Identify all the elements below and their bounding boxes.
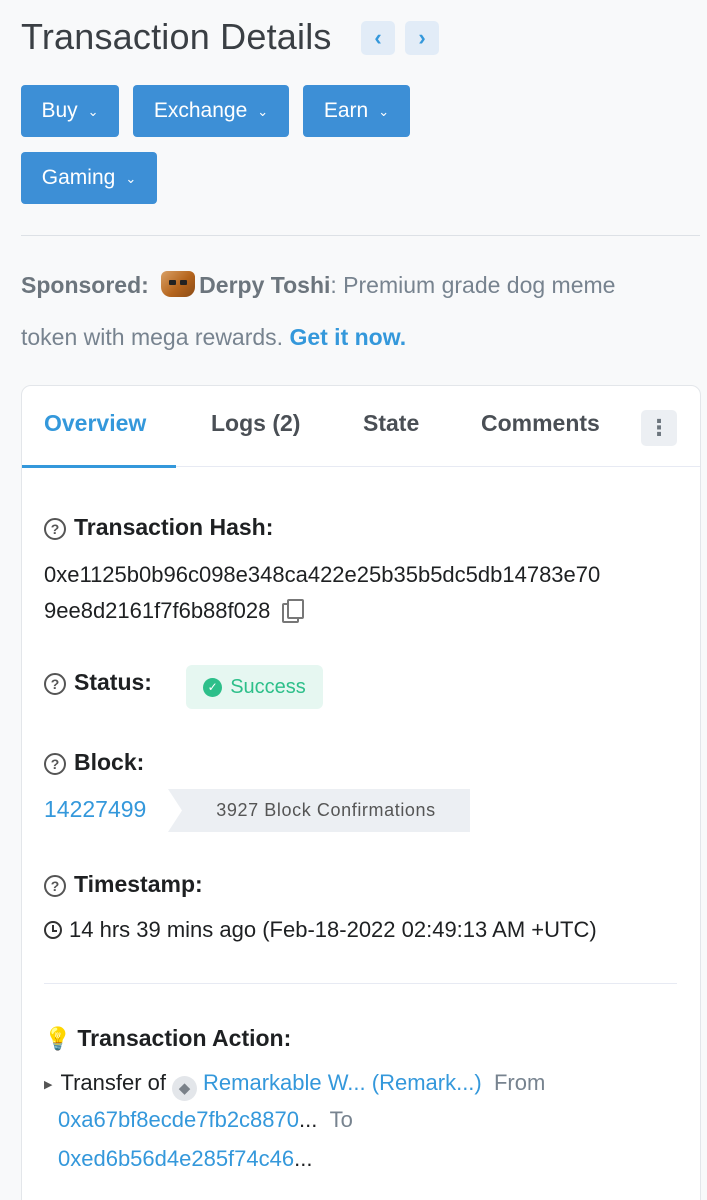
earn-dropdown-button[interactable]: Earn ⌄	[303, 85, 410, 137]
gaming-dropdown-button[interactable]: Gaming ⌄	[21, 152, 157, 204]
help-icon[interactable]: ?	[44, 875, 66, 897]
tab-comments[interactable]: Comments	[481, 410, 600, 437]
ellipsis: ...	[299, 1107, 318, 1132]
chevron-right-icon: ›	[418, 25, 426, 50]
chevron-down-icon: ⌄	[125, 171, 137, 186]
status-label-row: ? Status:	[44, 669, 152, 696]
status-value: Success	[230, 675, 306, 698]
chevron-left-icon: ‹	[374, 25, 382, 50]
chevron-down-icon: ⌄	[257, 104, 269, 119]
more-options-button[interactable]: ⋮	[641, 410, 677, 446]
tab-logs[interactable]: Logs (2)	[211, 410, 300, 437]
sponsor-text-part2: token with mega rewards.	[21, 324, 290, 350]
chevron-down-icon: ⌄	[378, 104, 390, 119]
clock-icon	[44, 921, 62, 939]
block-number-link[interactable]: 14227499	[44, 796, 146, 823]
block-label-row: ? Block:	[44, 749, 144, 776]
more-vertical-icon: ⋮	[648, 415, 670, 440]
transaction-hash-line-1: 0xe1125b0b96c098e348ca422e25b35b5dc5db14…	[44, 562, 601, 587]
status-label: Status:	[74, 669, 152, 695]
buy-dropdown-button[interactable]: Buy ⌄	[21, 85, 119, 137]
help-icon[interactable]: ?	[44, 753, 66, 775]
action-prefix: Transfer of	[60, 1070, 167, 1095]
timestamp-label: Timestamp:	[74, 871, 203, 897]
buy-label: Buy	[41, 99, 78, 122]
sponsored-line-2: token with mega rewards. Get it now.	[21, 324, 406, 351]
dog-logo-icon	[161, 271, 196, 297]
tab-overview[interactable]: Overview	[44, 410, 146, 437]
to-address-link[interactable]: 0xed6b56d4e285f74c46	[58, 1146, 294, 1171]
timestamp-value: 14 hrs 39 mins ago (Feb-18-2022 02:49:13…	[69, 917, 597, 942]
help-icon[interactable]: ?	[44, 673, 66, 695]
sponsor-cta-link[interactable]: Get it now.	[289, 324, 406, 350]
transaction-hash-label: Transaction Hash:	[74, 514, 274, 540]
ellipsis: ...	[294, 1146, 313, 1171]
prev-transaction-button[interactable]: ‹	[361, 21, 395, 55]
copy-icon[interactable]	[282, 599, 305, 623]
tab-state[interactable]: State	[363, 410, 419, 437]
timestamp-label-row: ? Timestamp:	[44, 871, 203, 898]
token-link[interactable]: Remarkable W... (Remark...)	[203, 1070, 482, 1095]
transaction-action-line-2: 0xa67bf8ecde7fb2c8870... To	[58, 1107, 353, 1133]
block-label: Block:	[74, 749, 145, 775]
transaction-hash-line-2-row: 9ee8d2161f7f6b88f028	[44, 598, 305, 624]
timestamp-value-row: 14 hrs 39 mins ago (Feb-18-2022 02:49:13…	[44, 917, 597, 943]
transaction-hash-label-row: ? Transaction Hash:	[44, 514, 273, 541]
action-from-label: From	[493, 1070, 546, 1095]
caret-right-icon: ▶	[44, 1079, 53, 1091]
from-address-link[interactable]: 0xa67bf8ecde7fb2c8870	[58, 1107, 299, 1132]
action-to-label: To	[329, 1107, 353, 1132]
earn-label: Earn	[323, 99, 369, 122]
sponsor-name[interactable]: Derpy Toshi	[199, 272, 330, 298]
transaction-action-line-3: 0xed6b56d4e285f74c46...	[58, 1146, 312, 1172]
divider	[21, 235, 700, 236]
lightbulb-icon: 💡	[44, 1026, 72, 1051]
check-circle-icon: ✓	[203, 677, 223, 697]
transaction-hash-line-2: 9ee8d2161f7f6b88f028	[44, 598, 271, 623]
transaction-action-line-1: ▶ Transfer of ◆ Remarkable W... (Remark...)…	[44, 1070, 545, 1101]
exchange-dropdown-button[interactable]: Exchange ⌄	[133, 85, 289, 137]
exchange-label: Exchange	[153, 99, 248, 122]
transaction-action-label: Transaction Action:	[77, 1025, 292, 1051]
block-confirmations-badge: 3927 Block Confirmations	[168, 789, 470, 832]
sponsored-label: Sponsored:	[21, 272, 149, 298]
page-title: Transaction Details	[21, 16, 332, 57]
active-tab-indicator	[22, 465, 176, 468]
gaming-label: Gaming	[41, 166, 116, 189]
sponsor-text-part1: : Premium grade dog meme	[330, 272, 616, 298]
chevron-down-icon: ⌄	[87, 104, 99, 119]
divider	[44, 983, 677, 984]
next-transaction-button[interactable]: ›	[405, 21, 439, 55]
sponsored-line: Sponsored: Derpy Toshi: Premium grade do…	[21, 271, 615, 299]
help-icon[interactable]: ?	[44, 518, 66, 540]
status-badge: ✓ Success	[186, 665, 323, 709]
transaction-action-label-row: 💡 Transaction Action:	[44, 1025, 291, 1052]
ethereum-icon: ◆	[172, 1076, 198, 1101]
